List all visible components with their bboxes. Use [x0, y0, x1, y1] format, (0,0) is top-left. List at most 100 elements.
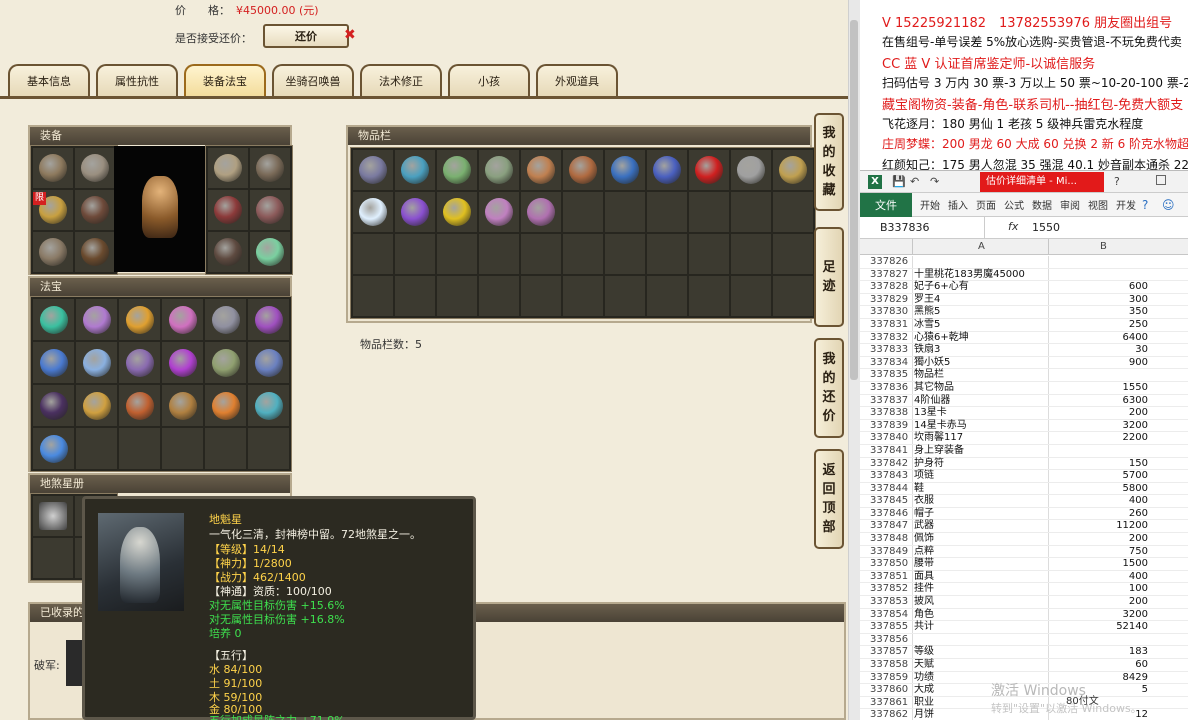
item-slot[interactable]: [395, 234, 435, 274]
col-b-header[interactable]: B: [1100, 241, 1107, 252]
item-slot[interactable]: [205, 342, 246, 383]
item-slot[interactable]: [75, 148, 115, 188]
ribbon-tab[interactable]: 页面: [976, 197, 996, 212]
item-slot[interactable]: [647, 276, 687, 316]
sheet-row[interactable]: 337827 十里桃花183男魔45000: [860, 269, 1188, 282]
item-slot[interactable]: [395, 276, 435, 316]
item-slot[interactable]: [205, 385, 246, 426]
item-slot[interactable]: [521, 150, 561, 190]
item-slot[interactable]: [521, 234, 561, 274]
item-slot[interactable]: [521, 276, 561, 316]
formula-input[interactable]: 1550: [1032, 217, 1060, 239]
sheet-row[interactable]: 337829 罗王4 300: [860, 294, 1188, 307]
item-slot[interactable]: [76, 299, 117, 340]
item-slot[interactable]: [353, 150, 393, 190]
name-box[interactable]: B337836: [860, 217, 985, 239]
item-slot[interactable]: [437, 234, 477, 274]
item-slot[interactable]: [605, 192, 645, 232]
save-icon[interactable]: 💾: [892, 175, 906, 188]
ribbon-tab[interactable]: 审阅: [1060, 197, 1080, 212]
ribbon-tab[interactable]: 插入: [948, 197, 968, 212]
item-slot[interactable]: [479, 234, 519, 274]
item-slot[interactable]: [353, 276, 393, 316]
tab-6[interactable]: 外观道具: [536, 64, 618, 96]
item-slot[interactable]: [33, 428, 74, 469]
item-slot[interactable]: [605, 150, 645, 190]
item-slot[interactable]: [248, 385, 289, 426]
sheet-row[interactable]: 337830 黑熊5 350: [860, 306, 1188, 319]
item-slot[interactable]: [437, 192, 477, 232]
item-slot[interactable]: [208, 190, 248, 230]
item-slot[interactable]: [119, 299, 160, 340]
sheet-row[interactable]: 337840 坎雨馨117 2200: [860, 432, 1188, 445]
item-slot[interactable]: [773, 276, 813, 316]
item-slot[interactable]: [76, 385, 117, 426]
sheet-row[interactable]: 337842 护身符 150: [860, 458, 1188, 471]
item-slot[interactable]: [119, 428, 160, 469]
item-slot[interactable]: [248, 299, 289, 340]
item-slot[interactable]: [563, 234, 603, 274]
sheet-row[interactable]: 337845 衣服 400: [860, 495, 1188, 508]
item-slot[interactable]: [689, 192, 729, 232]
ribbon-tab[interactable]: 公式: [1004, 197, 1024, 212]
item-slot[interactable]: [250, 232, 290, 272]
side-button-0[interactable]: 我的收藏: [814, 113, 844, 211]
item-slot[interactable]: [689, 276, 729, 316]
tab-0[interactable]: 基本信息: [8, 64, 90, 96]
sheet-row[interactable]: 337836 其它物品 1550: [860, 382, 1188, 395]
sheet-row[interactable]: 337856: [860, 634, 1188, 647]
item-slot[interactable]: [395, 150, 435, 190]
item-slot[interactable]: [605, 276, 645, 316]
help-circle-icon[interactable]: ?: [1142, 198, 1148, 212]
redo-icon[interactable]: ↷: [930, 175, 939, 188]
sheet-row[interactable]: 337852 挂件 100: [860, 583, 1188, 597]
item-slot[interactable]: [479, 276, 519, 316]
sheet-row[interactable]: 337850 腰带 1500: [860, 558, 1188, 571]
sheet-row[interactable]: 337855 共计 52140: [860, 621, 1188, 634]
side-button-1[interactable]: 足迹: [814, 227, 844, 327]
maximize-icon[interactable]: [1156, 175, 1166, 185]
item-slot[interactable]: [353, 192, 393, 232]
sheet-row[interactable]: 337839 14星卡赤马 3200: [860, 420, 1188, 433]
item-slot[interactable]: [119, 385, 160, 426]
help-icon[interactable]: ?: [1114, 175, 1120, 188]
sheet-row[interactable]: 337837 4阶仙器 6300: [860, 395, 1188, 408]
item-slot[interactable]: [162, 385, 203, 426]
tab-5[interactable]: 小孩: [448, 64, 530, 96]
sheet-row[interactable]: 337851 面具 400: [860, 571, 1188, 584]
smiley-icon[interactable]: ☺: [1162, 198, 1175, 212]
item-slot[interactable]: [479, 150, 519, 190]
item-slot[interactable]: [689, 234, 729, 274]
sheet-row[interactable]: 337834 獨小妖5 900: [860, 357, 1188, 370]
item-slot[interactable]: [437, 276, 477, 316]
item-slot[interactable]: [162, 428, 203, 469]
sheet-row[interactable]: 337838 13星卡 200: [860, 407, 1188, 420]
item-slot[interactable]: [773, 150, 813, 190]
tab-1[interactable]: 属性抗性: [96, 64, 178, 96]
ribbon-tab[interactable]: 开发: [1116, 197, 1136, 212]
sheet-row[interactable]: 337832 心猿6+乾坤 6400: [860, 332, 1188, 345]
sheet-row[interactable]: 337831 冰雪5 250: [860, 319, 1188, 332]
item-slot[interactable]: [248, 342, 289, 383]
item-slot[interactable]: [162, 299, 203, 340]
item-slot[interactable]: [75, 232, 115, 272]
sheet-row[interactable]: 337857 等级 183: [860, 646, 1188, 659]
item-slot[interactable]: [76, 428, 117, 469]
page-scrollbar-thumb[interactable]: [850, 20, 858, 380]
item-slot[interactable]: [119, 342, 160, 383]
item-slot[interactable]: [647, 234, 687, 274]
item-slot[interactable]: [353, 234, 393, 274]
file-tab[interactable]: 文件: [860, 192, 912, 217]
item-slot[interactable]: [33, 385, 74, 426]
sheet-row[interactable]: 337826: [860, 256, 1188, 269]
sheet-row[interactable]: 337828 妃子6+心有 600: [860, 281, 1188, 294]
item-slot[interactable]: [208, 232, 248, 272]
sheet-row[interactable]: 337847 武器 11200: [860, 520, 1188, 534]
fx-icon[interactable]: fx: [1008, 220, 1018, 233]
close-icon[interactable]: ✖: [344, 27, 356, 43]
sheet-row[interactable]: 337835 物品栏: [860, 369, 1188, 382]
item-slot[interactable]: [563, 276, 603, 316]
item-slot[interactable]: [731, 234, 771, 274]
undo-icon[interactable]: ↶: [910, 175, 919, 188]
sheet-row[interactable]: 337858 天赋 60: [860, 659, 1188, 672]
